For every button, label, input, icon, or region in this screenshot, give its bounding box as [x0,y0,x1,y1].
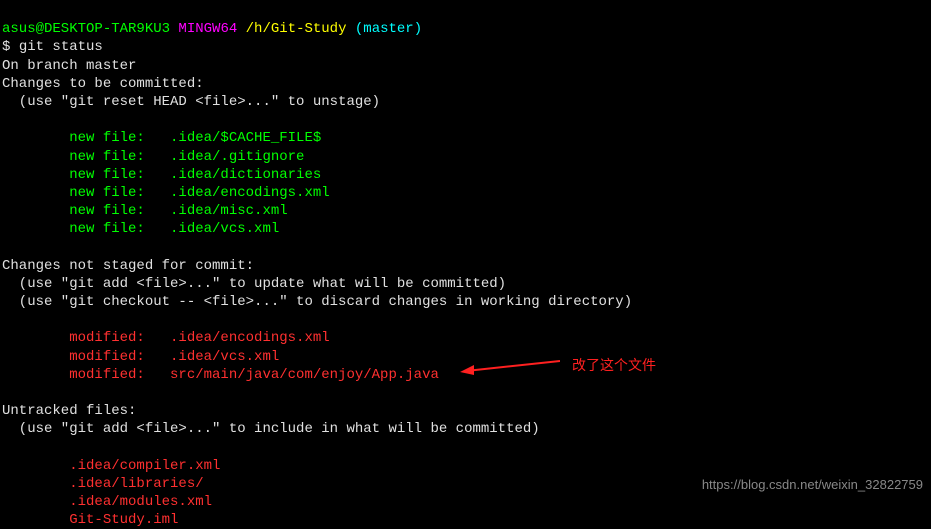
not-staged-header: Changes not staged for commit: [2,258,254,274]
command-text: git status [19,39,103,55]
untracked-hint: (use "git add <file>..." to include in w… [2,421,540,437]
untracked-file-line: .idea/libraries/ [2,476,204,492]
untracked-header: Untracked files: [2,403,136,419]
new-file-line: new file: .idea/vcs.xml [2,221,279,237]
untracked-file-line: Git-Study.iml [2,512,178,528]
checkout-hint: (use "git checkout -- <file>..." to disc… [2,294,632,310]
prompt-branch: (master) [346,21,422,37]
prompt-shell: MINGW64 [170,21,246,37]
prompt-symbol: $ [2,39,19,55]
new-file-line: new file: .idea/encodings.xml [2,185,330,201]
arrow-left-icon [460,355,560,375]
new-file-line: new file: .idea/$CACHE_FILE$ [2,130,321,146]
new-file-line: new file: .idea/.gitignore [2,149,304,165]
annotation-callout: 改了这个文件 [460,355,656,375]
new-file-line: new file: .idea/dictionaries [2,167,321,183]
new-file-line: new file: .idea/misc.xml [2,203,288,219]
modified-file-line: modified: src/main/java/com/enjoy/App.ja… [2,367,439,383]
untracked-file-line: .idea/compiler.xml [2,458,220,474]
modified-file-line: modified: .idea/encodings.xml [2,330,330,346]
annotation-text: 改了这个文件 [572,356,656,374]
branch-line: On branch master [2,58,136,74]
modified-file-line: modified: .idea/vcs.xml [2,349,279,365]
prompt-user: asus@DESKTOP-TAR9KU3 [2,21,170,37]
prompt-path: /h/Git-Study [246,21,347,37]
staged-header: Changes to be committed: [2,76,204,92]
unstage-hint: (use "git reset HEAD <file>..." to unsta… [2,94,380,110]
terminal-output: asus@DESKTOP-TAR9KU3 MINGW64 /h/Git-Stud… [2,2,929,529]
untracked-file-line: .idea/modules.xml [2,494,212,510]
watermark-text: https://blog.csdn.net/weixin_32822759 [702,477,923,494]
add-hint: (use "git add <file>..." to update what … [2,276,506,292]
